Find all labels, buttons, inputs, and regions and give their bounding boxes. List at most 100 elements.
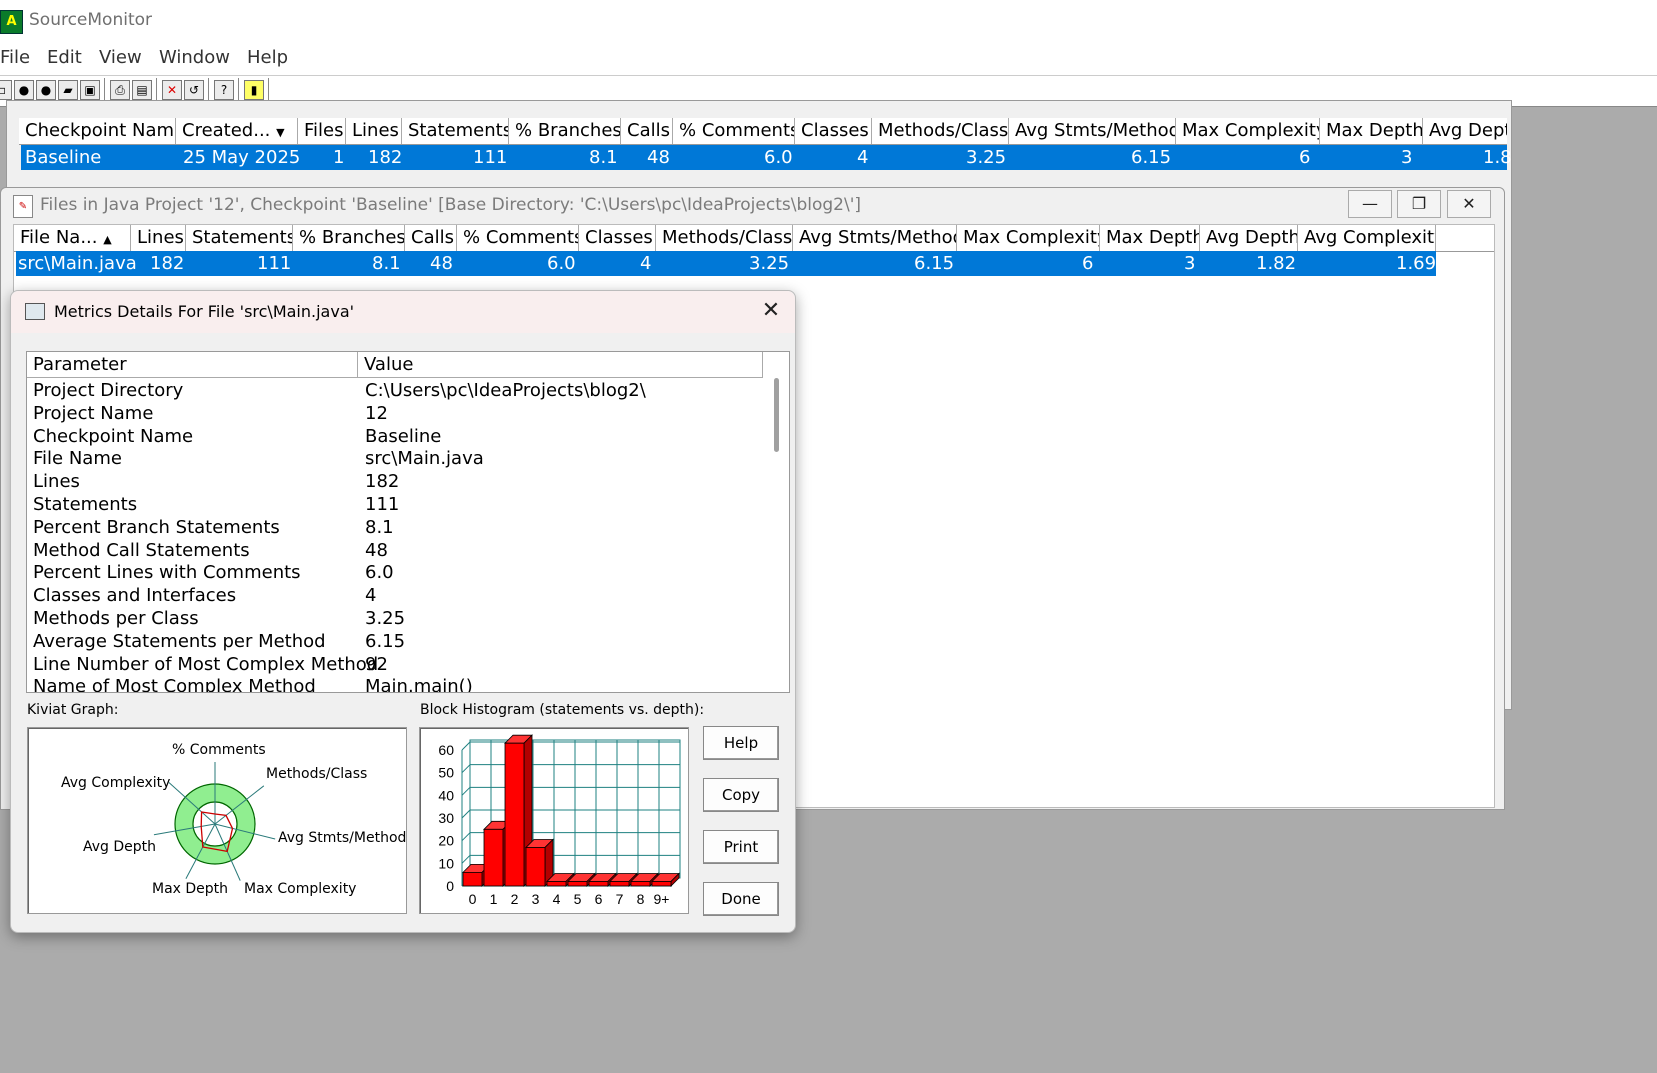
menu-window[interactable]: Window <box>159 47 230 68</box>
branches-cell: 8.1 <box>589 147 618 168</box>
new-checkpoint-icon[interactable]: ● <box>36 80 56 100</box>
histogram-x-tick-label: 0 <box>469 891 477 907</box>
parameter-row[interactable]: File Name src\Main.java <box>27 447 762 470</box>
delete-icon[interactable]: ✕ <box>162 80 182 100</box>
undo-icon[interactable]: ↺ <box>184 80 204 100</box>
vertical-scrollbar[interactable] <box>769 378 789 692</box>
print-button[interactable]: Print <box>703 830 779 864</box>
parameter-row[interactable]: Percent Lines with Comments 6.0 <box>27 561 762 584</box>
histogram-bar <box>567 881 588 887</box>
col-methods-class[interactable]: Methods/Class <box>656 225 793 251</box>
classes-cell: 4 <box>857 147 869 168</box>
parameter-row[interactable]: Checkpoint Name Baseline <box>27 425 762 448</box>
histogram-gridline <box>461 809 471 819</box>
toolbar-separator <box>238 78 239 102</box>
col-classes[interactable]: Classes <box>579 225 656 251</box>
parameter-row[interactable]: Project Directory C:\Users\pc\IdeaProject… <box>27 379 762 402</box>
col-methods-class[interactable]: Methods/Class <box>872 118 1009 144</box>
col-avg-stmts[interactable]: Avg Stmts/Method <box>793 225 957 251</box>
max-depth-cell: 3 <box>1184 253 1196 274</box>
kiviat-label-max-depth: Max Depth <box>152 881 229 897</box>
parameter-value: C:\Users\pc\IdeaProjects\blog2\ <box>365 380 646 401</box>
parameter-name: Classes and Interfaces <box>33 585 237 607</box>
menu-file[interactable]: File <box>0 47 30 68</box>
sort-ascending-icon: ▲ <box>103 233 112 246</box>
histogram-x-tick-label: 7 <box>616 891 624 907</box>
col-file-name[interactable]: File Na... ▲ <box>14 225 131 251</box>
menu-help[interactable]: Help <box>247 47 288 68</box>
save-icon[interactable]: ▣ <box>80 80 100 100</box>
help-button[interactable]: Help <box>703 726 779 760</box>
col-calls[interactable]: Calls <box>405 225 457 251</box>
col-avg-depth[interactable]: Avg Dept <box>1423 118 1507 144</box>
kiviat-label-avg-stmts: Avg Stmts/Method <box>278 830 407 846</box>
close-button[interactable]: ✕ <box>1447 190 1491 218</box>
new-file-icon[interactable]: ▫ <box>0 80 12 100</box>
histogram-y-tick-label: 10 <box>438 855 454 871</box>
col-avg-complexity[interactable]: Avg Complexity <box>1298 225 1436 251</box>
col-classes[interactable]: Classes <box>795 118 872 144</box>
parameter-value: 8.1 <box>365 516 394 538</box>
col-max-depth[interactable]: Max Depth <box>1100 225 1200 251</box>
parameter-row[interactable]: Lines 182 <box>27 470 762 493</box>
parameter-name: Percent Branch Statements <box>33 516 280 538</box>
menubar: File Edit View Window Help <box>0 42 1657 75</box>
lines-cell: 182 <box>150 253 185 274</box>
parameter-row[interactable]: Average Statements per Method 6.15 <box>27 630 762 653</box>
col-max-complexity[interactable]: Max Complexity <box>957 225 1100 251</box>
print-preview-icon[interactable]: ▤ <box>132 80 152 100</box>
avg-complexity-cell: 1.69 <box>1396 253 1437 274</box>
parameter-row[interactable]: Methods per Class 3.25 <box>27 607 762 630</box>
col-created[interactable]: Created... ▼ <box>176 118 298 144</box>
histogram-bar <box>609 881 630 887</box>
col-lines[interactable]: Lines <box>131 225 186 251</box>
col-files[interactable]: Files <box>298 118 346 144</box>
sourcemonitor-icon: A <box>0 10 23 34</box>
scrollbar-thumb[interactable] <box>774 378 779 452</box>
col-max-complexity[interactable]: Max Complexity <box>1176 118 1320 144</box>
col-calls[interactable]: Calls <box>621 118 673 144</box>
col-branches[interactable]: % Branches <box>293 225 405 251</box>
file-row-selected[interactable]: src\Main.java 182 111 8.1 48 6.0 4 3.25 … <box>16 251 1436 276</box>
checkpoints-list-header: Checkpoint Name Created... ▼ Files Lines… <box>19 118 1507 145</box>
done-button[interactable]: Done <box>703 882 779 916</box>
col-comments[interactable]: % Comments <box>673 118 795 144</box>
parameter-row[interactable]: Line Number of Most Complex Method 92 <box>27 653 762 676</box>
col-avg-stmts[interactable]: Avg Stmts/Method <box>1009 118 1176 144</box>
col-max-depth[interactable]: Max Depth <box>1320 118 1423 144</box>
dialog-close-button[interactable]: ✕ <box>755 295 787 327</box>
col-statements[interactable]: Statements <box>402 118 509 144</box>
col-checkpoint-name[interactable]: Checkpoint Name <box>19 118 176 144</box>
parameter-name: Methods per Class <box>33 608 199 629</box>
menu-view[interactable]: View <box>99 47 142 68</box>
restore-button[interactable]: ❐ <box>1397 190 1441 218</box>
print-icon[interactable]: ⎙ <box>110 80 130 100</box>
parameter-row[interactable]: Name of Most Complex Method Main.main() <box>27 675 762 692</box>
comments-cell: 6.0 <box>547 253 576 274</box>
open-folder-icon[interactable]: ▰ <box>58 80 78 100</box>
minimize-button[interactable]: — <box>1348 190 1392 218</box>
col-lines[interactable]: Lines <box>346 118 402 144</box>
checkpoint-row-selected[interactable]: Baseline 25 May 2025 1 182 111 8.1 48 6.… <box>21 145 1512 170</box>
file-name-cell: src\Main.java <box>18 253 137 274</box>
col-statements[interactable]: Statements <box>186 225 293 251</box>
parameter-row[interactable]: Classes and Interfaces 4 <box>27 584 762 607</box>
col-comments[interactable]: % Comments <box>457 225 579 251</box>
parameter-row[interactable]: Method Call Statements 48 <box>27 539 762 562</box>
histogram-x-tick-label: 3 <box>532 891 540 907</box>
copy-button[interactable]: Copy <box>703 778 779 812</box>
parameter-row[interactable]: Percent Branch Statements 8.1 <box>27 516 762 539</box>
context-help-icon[interactable]: ? <box>214 80 234 100</box>
parameter-row[interactable]: Project Name 12 <box>27 402 762 425</box>
col-branches[interactable]: % Branches <box>509 118 621 144</box>
col-avg-depth[interactable]: Avg Depth <box>1200 225 1298 251</box>
col-value[interactable]: Value <box>358 352 763 378</box>
exit-door-icon[interactable]: ▮ <box>244 80 264 100</box>
parameter-row[interactable]: Statements 111 <box>27 493 762 516</box>
calls-cell: 48 <box>430 253 453 274</box>
col-parameter[interactable]: Parameter <box>27 352 358 378</box>
menu-edit[interactable]: Edit <box>47 47 82 68</box>
parameter-value: 6.0 <box>365 562 394 584</box>
files-cell: 1 <box>333 147 345 168</box>
new-project-icon[interactable]: ● <box>14 80 34 100</box>
